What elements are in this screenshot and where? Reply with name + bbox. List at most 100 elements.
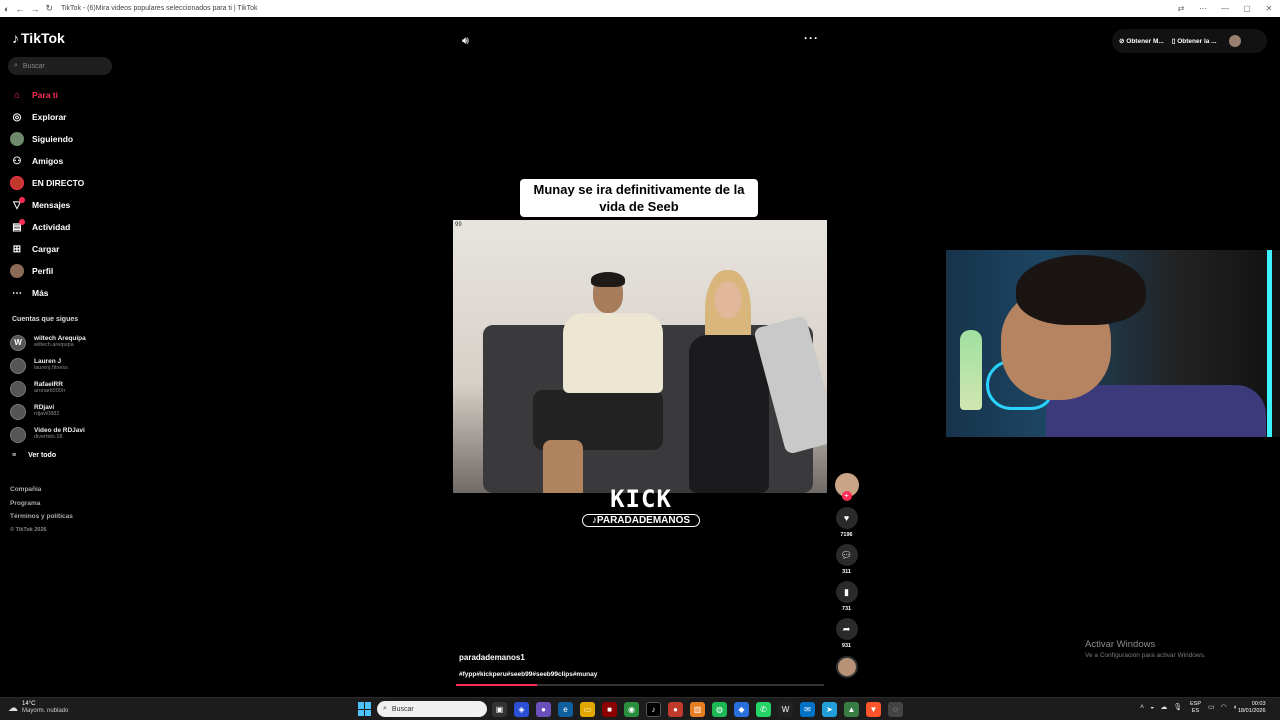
sidebar-item-cargar[interactable]: ⊞ Cargar	[10, 238, 84, 260]
copyright: © TikTok 2026	[10, 526, 47, 533]
spotify-icon[interactable]: ◍	[712, 702, 727, 717]
sidebar-item-amigos[interactable]: ⚇ Amigos	[10, 150, 84, 172]
sidebar-item-mensajes[interactable]: ▽ Mensajes	[10, 194, 84, 216]
follow-plus-icon[interactable]: +	[841, 491, 852, 501]
streamer-figure	[1001, 255, 1266, 437]
tiktok-logo[interactable]: ♪ TikTok	[12, 30, 65, 46]
clock[interactable]: 00:03 18/01/2026	[1238, 701, 1266, 715]
sidebar-item-perfil[interactable]: Perfil	[10, 260, 84, 282]
account-item[interactable]: Video de RDJavi divertido.18	[10, 423, 86, 446]
app-icon-gray[interactable]: ◌	[888, 702, 903, 717]
like-button[interactable]: ♥	[835, 507, 858, 529]
share-icon: ➦	[842, 623, 851, 634]
account-item[interactable]: RafaelRR aronarti000rr	[10, 377, 86, 400]
home-icon: ⌂	[13, 89, 21, 101]
shirt-shape	[563, 313, 663, 393]
menu-icon[interactable]: ⋯	[1192, 4, 1214, 13]
start-button[interactable]	[358, 702, 372, 716]
file-explorer-icon[interactable]: ▭	[580, 702, 595, 717]
account-handle: laurenj.fitness	[34, 365, 68, 372]
copilot-icon[interactable]: ◈	[514, 702, 529, 717]
language-indicator[interactable]: ESP ES	[1190, 701, 1201, 715]
comment-icon: 💬︎	[840, 549, 853, 560]
volume-icon[interactable]: 🔊︎	[462, 35, 469, 48]
edge-icon[interactable]: e	[558, 702, 573, 717]
sidebar-item-siguiendo[interactable]: Siguiendo	[10, 128, 84, 150]
account-item[interactable]: Lauren J laurenj.fitness	[10, 354, 86, 377]
account-item[interactable]: RDjavi rdjavi0882	[10, 400, 86, 423]
video-username[interactable]: paradademanos1	[459, 653, 597, 662]
save-button[interactable]: ▮	[835, 581, 858, 603]
teams-icon[interactable]: ●	[536, 702, 551, 717]
reload-icon[interactable]: ↻	[45, 3, 53, 14]
taskbar-search-input[interactable]: ⌕ Buscar	[377, 701, 487, 717]
app-icon-dark-red[interactable]: ●	[668, 702, 683, 717]
weather-widget[interactable]: ☁ 14°C Mayorm. nublado	[8, 701, 68, 715]
video-player[interactable]: 99	[453, 220, 827, 493]
app-icon-blue[interactable]: ◆	[734, 702, 749, 717]
browser-titlebar: ◐ ← → ↻ TikTok - (6)Mira videos populare…	[0, 0, 1280, 17]
sidebar-item-actividad[interactable]: ▤ Actividad	[10, 216, 84, 238]
sidebar-item-para-ti[interactable]: ⌂ Para ti	[10, 84, 84, 106]
wifi-icon[interactable]: ◠	[1221, 703, 1227, 711]
whatsapp-icon[interactable]: ✆	[756, 702, 771, 717]
brave-icon[interactable]: ▼	[866, 702, 881, 717]
footer-link-program[interactable]: Programa	[10, 497, 73, 511]
forward-icon[interactable]: →	[30, 4, 39, 14]
lang-region: ES	[1191, 708, 1200, 714]
tiktok-icon[interactable]: ♪	[646, 702, 661, 717]
volume-icon[interactable]: ◖	[1233, 704, 1237, 711]
minimize-button[interactable]: —	[1214, 4, 1236, 13]
back-icon[interactable]: ←	[15, 4, 24, 14]
user-avatar[interactable]	[1228, 35, 1241, 47]
clock-time: 00:03	[1251, 701, 1266, 707]
kick-channel: ♪PARADADEMANOS	[582, 514, 700, 527]
friends-icon: ⚇	[12, 155, 22, 167]
close-button[interactable]: ✕	[1258, 4, 1280, 13]
cloud-sync-icon[interactable]: ☁	[1160, 703, 1167, 711]
maximize-button[interactable]: ▢	[1236, 4, 1258, 13]
mic-icon[interactable]: 🎙︎	[1173, 703, 1182, 711]
creator-avatar[interactable]: +	[834, 473, 859, 501]
app-icon-red[interactable]: ■	[602, 702, 617, 717]
comment-count: 311	[842, 569, 851, 575]
sidebar-item-en-directo[interactable]: EN DIRECTO	[10, 172, 84, 194]
account-item[interactable]: W wiltech Arequipa wiltech.arequipa	[10, 331, 86, 354]
get-app-button-2[interactable]: ▯ Obtener la ...	[1172, 37, 1217, 45]
outlook-icon[interactable]: ✉	[800, 702, 815, 717]
get-app-button-1[interactable]: ⊘ Obtener M...	[1119, 37, 1164, 45]
chart-app-icon[interactable]: ▥	[690, 702, 705, 717]
share-button[interactable]: ➦	[835, 618, 858, 640]
window-title: TikTok - (6)Mira videos populares selecc…	[60, 5, 258, 12]
translate-icon[interactable]: ⇄	[1170, 4, 1192, 13]
kick-logo-text: KICK	[610, 485, 672, 513]
music-disc[interactable]	[835, 656, 858, 678]
video-progress-bar[interactable]	[456, 684, 824, 686]
sidebar-footer: Compañía Programa Términos y políticas ©…	[10, 483, 73, 537]
man-figure	[533, 272, 663, 493]
display-icon[interactable]: ▭	[1208, 703, 1215, 711]
footer-link-company[interactable]: Compañía	[10, 483, 73, 497]
comment-button[interactable]: 💬︎	[835, 544, 858, 566]
chrome-icon[interactable]: ◉	[624, 702, 639, 717]
activation-subtitle: Ve a Configuración para activar Windows.	[1085, 652, 1206, 659]
live-avatar-wrap	[10, 176, 24, 190]
telegram-icon[interactable]: ➤	[822, 702, 837, 717]
sidebar-item-mas[interactable]: ⋯ Más	[10, 282, 84, 304]
list-icon: ≡	[12, 452, 17, 459]
browser-nav: ◐ ← → ↻	[4, 3, 53, 14]
chevron-up-icon[interactable]: ˄	[1140, 704, 1144, 711]
network-icon[interactable]: ◒	[1150, 704, 1154, 711]
app-icon-text[interactable]: W	[778, 702, 793, 717]
app-icon-green[interactable]: ▲	[844, 702, 859, 717]
footer-link-terms[interactable]: Términos y políticas	[10, 510, 73, 524]
see-all-button[interactable]: ≡ Ver todo	[12, 452, 56, 459]
account-avatar	[10, 403, 26, 420]
task-view-icon[interactable]: ▣	[492, 702, 507, 717]
video-hashtags[interactable]: #fypp#kickperu#seeb99#seeb99clips#munay	[459, 671, 597, 678]
account-handle: divertido.18	[34, 434, 63, 441]
sidebar-item-explorar[interactable]: ◎ Explorar	[10, 106, 84, 128]
video-more-icon[interactable]: ···	[804, 31, 819, 45]
search-icon: ⌕	[383, 705, 387, 712]
sidebar-search-input[interactable]: ⌕ Buscar	[8, 57, 112, 75]
